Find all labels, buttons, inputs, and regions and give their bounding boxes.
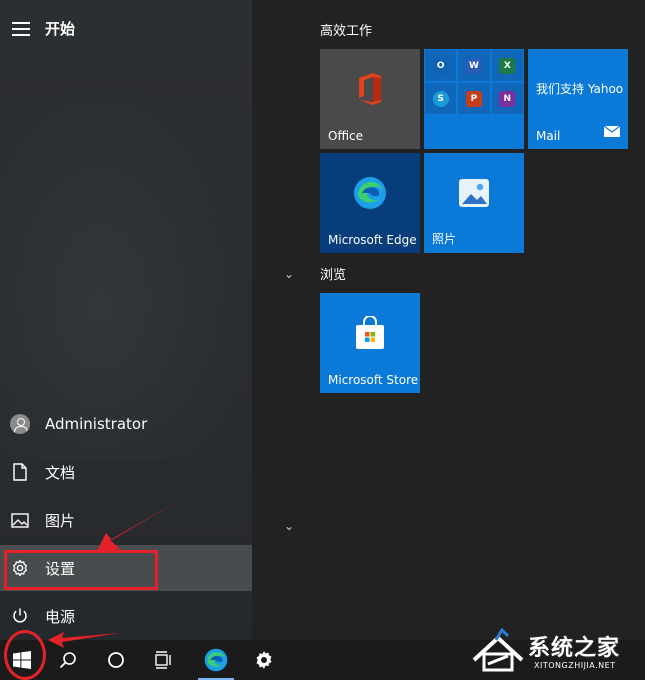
- chevron-down-icon[interactable]: ⌄: [284, 267, 294, 281]
- search-icon: [59, 652, 76, 669]
- office-apps-tile[interactable]: O W X S P N: [424, 49, 524, 149]
- watermark-url: XITONGZHIJIA.NET: [534, 661, 616, 670]
- word-icon: W: [465, 57, 482, 74]
- tile-group-title-productivity: 高效工作: [320, 24, 373, 39]
- power-label: 电源: [45, 607, 76, 626]
- power-item[interactable]: 电源: [0, 593, 252, 639]
- pictures-label: 图片: [45, 511, 76, 530]
- edge-logo-icon: [204, 648, 228, 672]
- task-view-button[interactable]: [142, 640, 186, 680]
- user-account-item[interactable]: Administrator: [0, 401, 252, 447]
- edge-taskbar-button[interactable]: [194, 640, 238, 680]
- powerpoint-icon: P: [465, 90, 482, 107]
- user-account-label: Administrator: [45, 415, 148, 433]
- gear-icon: [256, 651, 272, 669]
- photos-tile-label: 照片: [432, 232, 457, 246]
- mail-tile[interactable]: 我们支持 Yahoo Mail: [528, 49, 628, 149]
- documents-label: 文档: [45, 463, 76, 482]
- photos-tile[interactable]: 照片: [424, 153, 524, 253]
- search-button[interactable]: [46, 640, 90, 680]
- cortana-button[interactable]: [94, 640, 138, 680]
- office-tile-label: Office: [328, 129, 364, 143]
- task-view-icon: [155, 651, 171, 669]
- edge-tile-label: Microsoft Edge: [328, 233, 417, 247]
- power-icon: [10, 606, 30, 626]
- edge-tile[interactable]: Microsoft Edge: [320, 153, 420, 253]
- site-watermark: 系统之家 XITONGZHIJIA.NET: [470, 620, 645, 680]
- store-tile[interactable]: Microsoft Store: [320, 293, 420, 393]
- pictures-item[interactable]: 图片: [0, 497, 252, 543]
- mail-envelope-icon: [603, 122, 621, 141]
- settings-highlight-box: [4, 550, 158, 590]
- store-bag-icon: [354, 315, 386, 354]
- store-tile-label: Microsoft Store: [328, 373, 419, 387]
- tile-group-title-browse: 浏览: [320, 268, 347, 283]
- cortana-circle-icon: [108, 652, 124, 668]
- office-tile[interactable]: Office: [320, 49, 420, 149]
- settings-taskbar-button[interactable]: [242, 640, 286, 680]
- hamburger-menu-icon[interactable]: [12, 22, 30, 36]
- picture-icon: [10, 510, 30, 530]
- onenote-icon: N: [499, 90, 516, 107]
- mail-tile-label: Mail: [536, 129, 561, 143]
- skype-icon: S: [432, 90, 449, 107]
- watermark-name: 系统之家: [528, 636, 621, 661]
- mail-tile-promo-text: 我们支持 Yahoo: [536, 82, 624, 96]
- photos-logo-icon: [458, 178, 490, 212]
- chevron-down-icon[interactable]: ⌄: [284, 519, 294, 533]
- documents-item[interactable]: 文档: [0, 449, 252, 495]
- document-icon: [10, 462, 30, 482]
- start-menu-left-pane: 开始 Administrator 文档 图片 设置 电源: [0, 0, 252, 640]
- edge-logo-icon: [353, 176, 387, 214]
- start-menu-title: 开始: [45, 20, 76, 38]
- excel-icon: X: [499, 57, 516, 74]
- outlook-icon: O: [432, 57, 449, 74]
- user-avatar-icon: [10, 414, 30, 434]
- office-logo-icon: [355, 72, 385, 110]
- watermark-logo-icon: [472, 627, 524, 672]
- start-button-highlight-circle: [4, 630, 46, 680]
